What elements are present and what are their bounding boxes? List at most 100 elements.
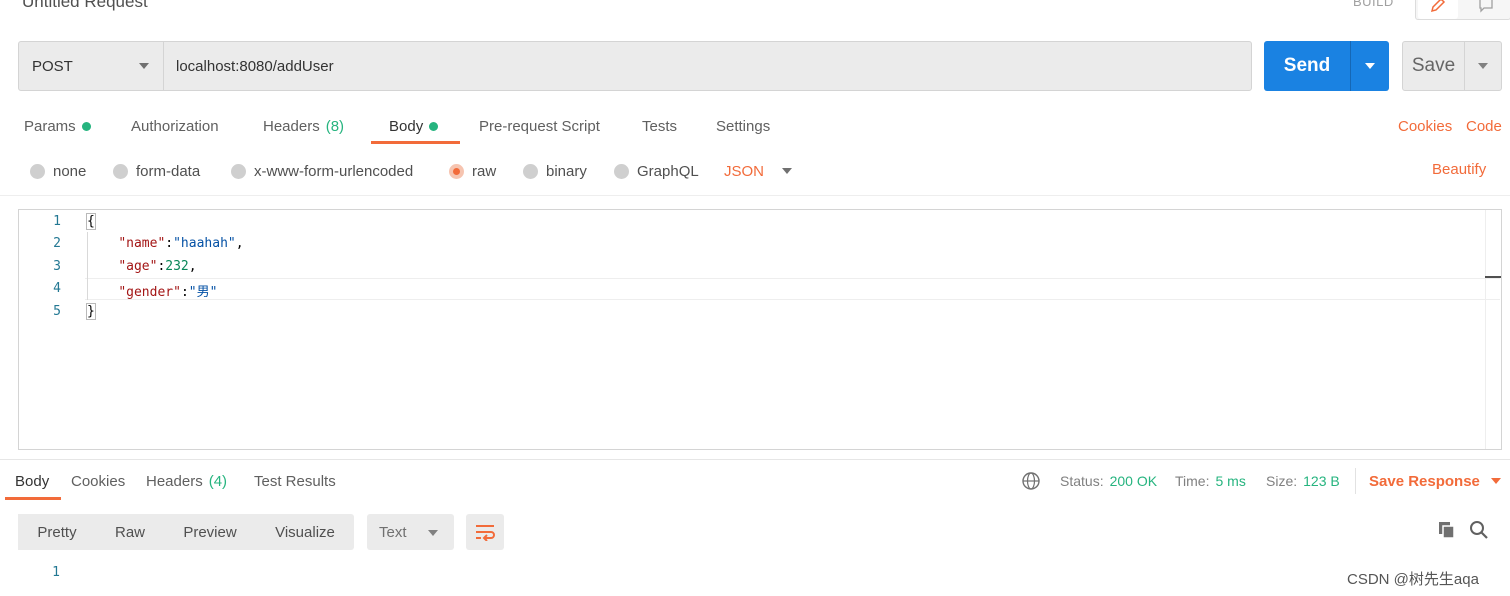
code-line-2: "name":"haahah", [87, 236, 243, 251]
line-number: 5 [53, 304, 61, 319]
globe-icon [1022, 472, 1040, 490]
comment-mode-button[interactable] [1466, 0, 1506, 19]
response-size[interactable]: Size: 123 B [1266, 468, 1340, 494]
radio-binary[interactable]: binary [523, 161, 587, 181]
response-tab-headers-label: Headers [146, 472, 203, 490]
response-headers-count: (4) [208, 472, 228, 490]
radio-none[interactable]: none [30, 161, 86, 181]
method-label: POST [32, 57, 73, 75]
search-icon[interactable] [1469, 520, 1489, 540]
wrap-lines-button[interactable] [466, 514, 504, 550]
wrap-lines-icon [476, 525, 495, 541]
close-brace: } [86, 303, 96, 320]
request-bar: POST [18, 41, 1252, 91]
tab-headers-label: Headers [263, 117, 320, 135]
headers-count: (8) [325, 117, 345, 135]
response-tab-headers[interactable]: Headers (4) [146, 468, 227, 494]
code-line-3: "age":232, [87, 259, 197, 274]
response-status[interactable]: Status: 200 OK [1060, 468, 1157, 494]
send-options-button[interactable] [1351, 41, 1389, 91]
edit-mode-button[interactable] [1418, 0, 1458, 19]
save-response-button[interactable]: Save Response [1369, 468, 1501, 494]
time-label: Time: [1175, 473, 1210, 489]
save-button[interactable]: Save [1403, 42, 1464, 90]
save-response-label: Save Response [1369, 472, 1480, 490]
editor-scrollbar[interactable] [1485, 210, 1501, 449]
copy-icon[interactable] [1437, 520, 1457, 540]
raw-format-select[interactable]: JSON [724, 161, 793, 181]
chevron-down-icon [428, 530, 438, 536]
tab-tests-label: Tests [642, 117, 678, 135]
radio-none-label: none [53, 162, 87, 180]
tab-headers[interactable]: Headers (8) [263, 108, 344, 144]
code-line-4: "gender":"男" [87, 281, 217, 300]
request-title[interactable]: Untitled Request [22, 0, 148, 12]
radio-urlencoded-label: x-www-form-urlencoded [254, 162, 414, 180]
view-pretty-button[interactable]: Pretty [18, 514, 96, 550]
tab-settings-label: Settings [716, 117, 771, 135]
body-code-editor[interactable]: 1 2 3 4 5 { "name":"haahah", "age":232, … [18, 209, 1502, 450]
radio-circle-icon [231, 163, 246, 179]
time-value: 5 ms [1215, 473, 1246, 489]
meta-divider [1355, 468, 1356, 494]
json-number-value: 232 [165, 259, 189, 274]
editor-gutter: 1 2 3 4 5 [19, 210, 77, 449]
radio-circle-icon [523, 163, 538, 179]
body-indicator-dot [429, 121, 439, 131]
json-comma: , [188, 259, 197, 274]
tab-body[interactable]: Body [389, 108, 439, 144]
response-tab-cookies[interactable]: Cookies [71, 468, 125, 494]
code-link[interactable]: Code [1466, 108, 1502, 144]
tab-tests[interactable]: Tests [642, 108, 677, 144]
request-tabs: Params Authorization Headers (8) Body Pr… [0, 108, 1510, 146]
line-number: 2 [53, 236, 61, 251]
radio-raw-label: raw [472, 162, 497, 180]
network-info-button[interactable] [1021, 468, 1041, 494]
view-preview-button[interactable]: Preview [166, 514, 254, 550]
tab-params[interactable]: Params [24, 108, 91, 144]
view-raw-button[interactable]: Raw [98, 514, 162, 550]
response-tab-body[interactable]: Body [15, 468, 49, 494]
json-colon: : [165, 236, 174, 251]
response-time[interactable]: Time: 5 ms [1175, 468, 1246, 494]
radio-graphql-label: GraphQL [637, 162, 699, 180]
chevron-down-icon [1478, 63, 1488, 69]
tab-authorization[interactable]: Authorization [131, 108, 219, 144]
chevron-down-icon [1365, 63, 1375, 69]
response-divider [0, 459, 1510, 460]
scrollbar-cursor-mark [1485, 276, 1501, 278]
chevron-down-icon [1490, 478, 1501, 484]
tab-pre-request-script[interactable]: Pre-request Script [479, 108, 600, 144]
send-button-group: Send [1264, 41, 1389, 91]
line-number: 1 [53, 214, 61, 229]
json-key: "name" [118, 236, 166, 251]
tab-pre-request-label: Pre-request Script [479, 117, 600, 135]
json-string-value: "haahah" [173, 236, 236, 251]
watermark: CSDN @树先生aqa [1347, 571, 1479, 588]
response-active-tab-indicator [5, 497, 61, 500]
radio-urlencoded[interactable]: x-www-form-urlencoded [231, 161, 413, 181]
params-indicator-dot [81, 121, 91, 131]
cookies-link[interactable]: Cookies [1398, 108, 1452, 144]
build-mode-label[interactable]: BUILD [1353, 0, 1394, 9]
tab-settings[interactable]: Settings [716, 108, 770, 144]
send-button[interactable]: Send [1264, 41, 1350, 91]
status-label: Status: [1060, 473, 1104, 489]
json-key: "gender" [118, 285, 181, 300]
response-format-select[interactable]: Text [367, 514, 454, 550]
radio-raw[interactable]: raw [449, 161, 496, 181]
beautify-link[interactable]: Beautify [1432, 161, 1486, 178]
size-label: Size: [1266, 473, 1298, 489]
radio-form-data[interactable]: form-data [113, 161, 200, 181]
json-string-value: "男" [188, 285, 218, 300]
radio-circle-icon [113, 163, 128, 179]
radio-form-data-label: form-data [136, 162, 201, 180]
url-input[interactable] [165, 42, 1251, 90]
response-tab-test-results[interactable]: Test Results [254, 468, 336, 494]
radio-graphql[interactable]: GraphQL [614, 161, 699, 181]
comment-icon [1479, 0, 1493, 13]
view-visualize-button[interactable]: Visualize [258, 514, 352, 550]
radio-circle-icon [30, 163, 45, 179]
save-options-button[interactable] [1465, 42, 1501, 90]
method-select[interactable]: POST [19, 42, 164, 90]
